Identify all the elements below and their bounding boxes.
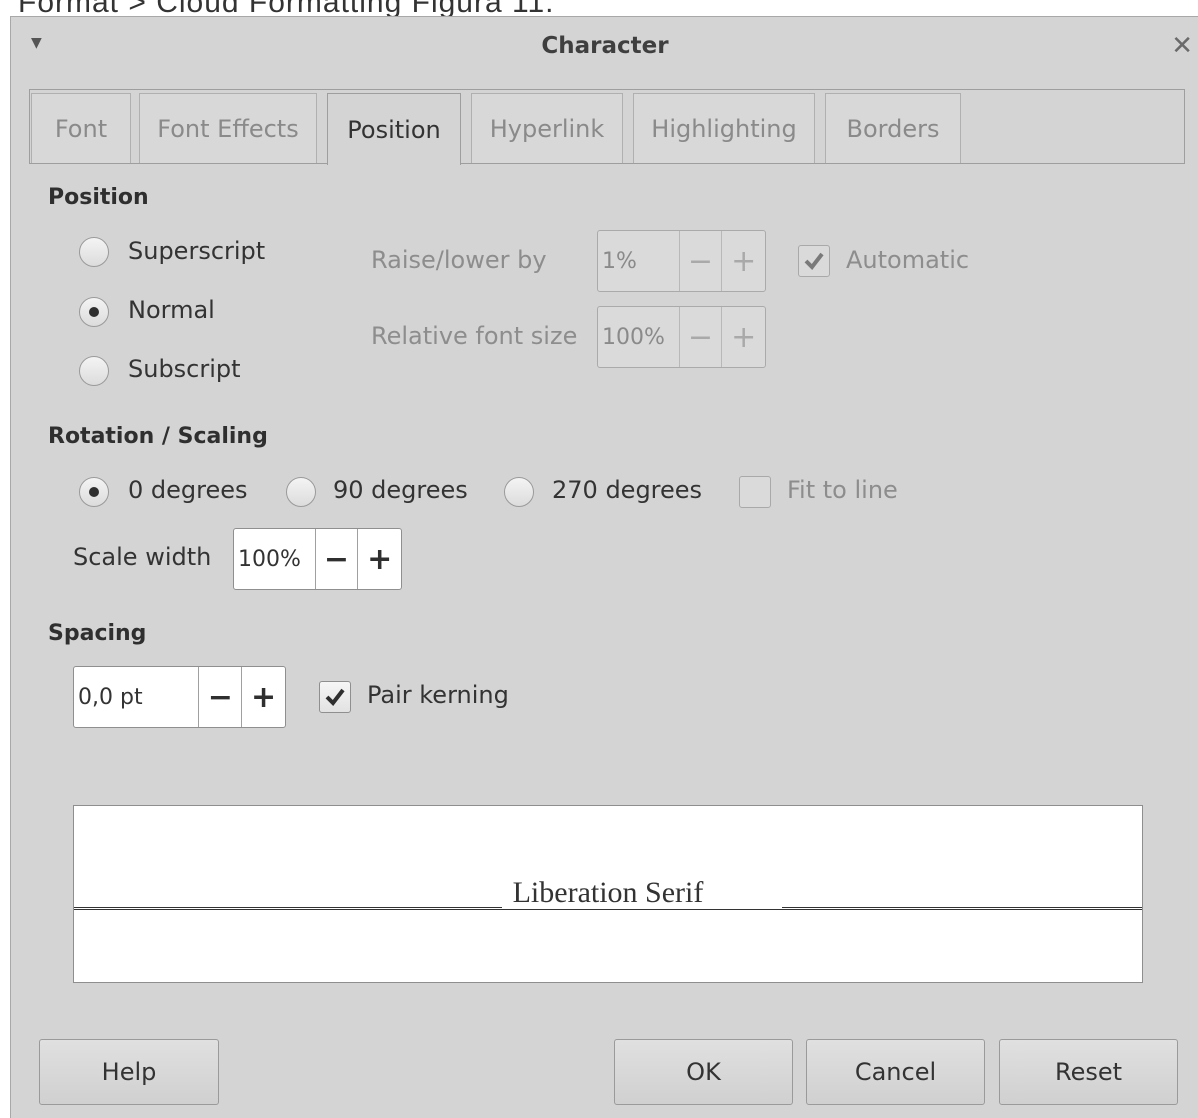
scale-width-spinbox[interactable]: 100% − + — [233, 528, 402, 590]
fit-to-line-label: Fit to line — [787, 476, 898, 504]
dialog-titlebar: ▼ Character ✕ — [11, 17, 1198, 79]
subscript-label: Subscript — [128, 355, 241, 383]
help-button[interactable]: Help — [39, 1039, 219, 1105]
dialog-title: Character — [541, 33, 669, 59]
tab-font[interactable]: Font — [31, 93, 131, 163]
tab-hyperlink[interactable]: Hyperlink — [471, 93, 623, 163]
raise-lower-value[interactable]: 1% — [598, 231, 680, 291]
spacing-value[interactable]: 0,0 pt — [74, 667, 200, 727]
rotation-scaling-heading: Rotation / Scaling — [48, 424, 268, 449]
spacing-decrement-button[interactable]: − — [199, 667, 243, 727]
relative-font-size-value[interactable]: 100% — [598, 307, 680, 367]
rotation-270-label: 270 degrees — [552, 476, 703, 504]
raise-lower-increment-button[interactable]: + — [722, 231, 765, 291]
relative-font-size-spinbox[interactable]: 100% − + — [597, 306, 766, 368]
checkmark-icon — [804, 252, 824, 271]
scale-width-label: Scale width — [73, 543, 212, 571]
spacing-heading: Spacing — [48, 621, 147, 646]
superscript-radio[interactable] — [79, 237, 109, 267]
scale-width-increment-button[interactable]: + — [358, 529, 401, 589]
relative-font-size-decrement-button[interactable]: − — [680, 307, 723, 367]
tab-position[interactable]: Position — [327, 93, 461, 165]
tab-highlighting[interactable]: Highlighting — [633, 93, 815, 163]
rotation-270-radio[interactable] — [504, 477, 534, 507]
font-preview: Liberation Serif — [73, 805, 1143, 983]
spacing-increment-button[interactable]: + — [242, 667, 285, 727]
relative-font-size-increment-button[interactable]: + — [722, 307, 765, 367]
scale-width-value[interactable]: 100% — [234, 529, 316, 589]
subscript-radio[interactable] — [79, 356, 109, 386]
cancel-button[interactable]: Cancel — [806, 1039, 985, 1105]
normal-radio[interactable] — [79, 297, 109, 327]
rotation-90-label: 90 degrees — [333, 476, 468, 504]
checkmark-icon — [325, 688, 345, 707]
raise-lower-decrement-button[interactable]: − — [680, 231, 723, 291]
rotation-0-label: 0 degrees — [128, 476, 248, 504]
pair-kerning-checkbox[interactable] — [319, 681, 351, 713]
close-icon[interactable]: ✕ — [1171, 31, 1193, 61]
rotation-0-radio[interactable] — [79, 477, 109, 507]
character-dialog: ▼ Character ✕ Font Font Effects Position… — [10, 16, 1198, 1118]
relative-font-size-label: Relative font size — [371, 322, 578, 350]
ok-button[interactable]: OK — [614, 1039, 793, 1105]
position-heading: Position — [48, 185, 149, 210]
tab-bar-divider — [29, 163, 1185, 164]
fit-to-line-checkbox[interactable] — [739, 476, 771, 508]
rotation-90-radio[interactable] — [286, 477, 316, 507]
raise-lower-spinbox[interactable]: 1% − + — [597, 230, 766, 292]
tab-borders[interactable]: Borders — [825, 93, 961, 163]
raise-lower-label: Raise/lower by — [371, 246, 547, 274]
preview-text: Liberation Serif — [512, 876, 704, 909]
automatic-checkbox[interactable] — [798, 245, 830, 277]
tab-font-effects[interactable]: Font Effects — [139, 93, 317, 163]
automatic-label: Automatic — [846, 246, 970, 274]
pair-kerning-label: Pair kerning — [367, 681, 509, 709]
scale-width-decrement-button[interactable]: − — [316, 529, 359, 589]
spacing-spinbox[interactable]: 0,0 pt − + — [73, 666, 286, 728]
superscript-label: Superscript — [128, 237, 266, 265]
normal-label: Normal — [128, 296, 215, 324]
reset-button[interactable]: Reset — [999, 1039, 1178, 1105]
